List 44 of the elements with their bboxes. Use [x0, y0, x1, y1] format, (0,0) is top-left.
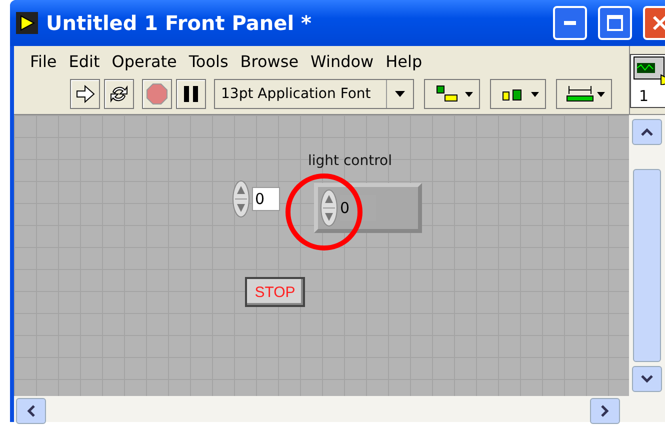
chevron-down-icon: [641, 375, 653, 383]
app-icon: [16, 12, 38, 34]
scroll-down-button[interactable]: [632, 366, 662, 392]
menu-item[interactable]: Help: [386, 52, 422, 70]
scroll-right-button[interactable]: [590, 398, 620, 424]
control-label: light control: [308, 153, 392, 169]
increment-arrows-icon[interactable]: [320, 189, 338, 227]
window-title: Untitled 1 Front Panel *: [46, 11, 312, 35]
menu-item[interactable]: Browse: [240, 52, 299, 70]
menu-item[interactable]: Edit: [68, 52, 100, 70]
chevron-up-icon: [641, 128, 653, 136]
vi-icon: [631, 55, 665, 85]
menu-item[interactable]: Operate: [112, 52, 177, 70]
numeric-control[interactable]: 0: [314, 183, 422, 233]
pause-button[interactable]: [176, 79, 206, 109]
close-icon: [652, 15, 665, 31]
run-button[interactable]: [70, 79, 100, 109]
abort-button[interactable]: [142, 79, 172, 109]
maximize-icon: [607, 15, 623, 31]
resize-objects-button[interactable]: [556, 79, 612, 109]
connector-number: 1: [639, 87, 649, 105]
stop-sign-icon: [146, 83, 168, 105]
distribute-objects-button[interactable]: [490, 79, 546, 109]
run-continuously-button[interactable]: [104, 79, 134, 109]
align-objects-button[interactable]: [424, 79, 480, 109]
menu-item[interactable]: File: [30, 52, 57, 70]
cycle-arrows-icon: [109, 84, 129, 104]
chevron-right-icon: [601, 405, 609, 417]
increment-arrows-icon[interactable]: [232, 180, 250, 218]
numeric-field[interactable]: 0: [252, 187, 280, 211]
pause-icon: [184, 86, 198, 102]
scroll-thumb[interactable]: [633, 169, 661, 362]
menu-item[interactable]: Window: [310, 52, 374, 70]
scroll-left-button[interactable]: [16, 398, 46, 424]
maximize-button[interactable]: [598, 6, 632, 40]
menu-item[interactable]: Tools: [188, 52, 228, 70]
scroll-up-button[interactable]: [632, 119, 662, 145]
connector-pane[interactable]: 1: [630, 54, 665, 108]
font-dropdown[interactable]: 13pt Application Font: [214, 79, 414, 109]
minimize-icon: [564, 21, 576, 25]
minimize-button[interactable]: [553, 6, 587, 40]
dropdown-arrow-icon: [395, 91, 405, 97]
chevron-left-icon: [27, 405, 35, 417]
run-arrow-icon: [75, 85, 95, 103]
